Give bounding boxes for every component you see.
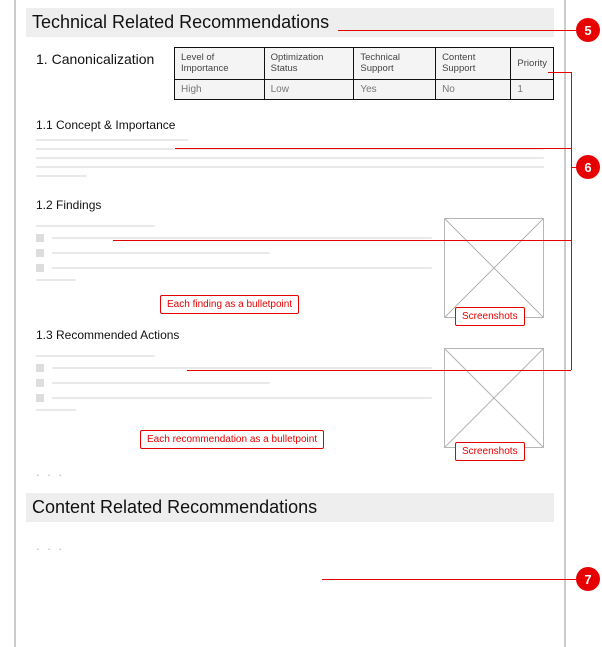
placeholder-line — [36, 175, 87, 177]
td-tech: Yes — [354, 79, 436, 99]
th-priority: Priority — [511, 48, 554, 80]
annotation-connector — [338, 30, 576, 31]
info-table: Level of Importance Optimization Status … — [174, 47, 554, 100]
placeholder-line — [36, 225, 155, 227]
placeholder-line — [52, 237, 432, 239]
placeholder-line — [36, 355, 155, 357]
td-status: Low — [264, 79, 354, 99]
annotation-connector — [175, 148, 571, 149]
bullet-icon — [36, 249, 44, 257]
bullet-icon — [36, 394, 44, 402]
annotation-connector — [322, 579, 576, 580]
bullet-icon — [36, 234, 44, 242]
annotation-connector — [113, 240, 571, 241]
td-importance: High — [175, 79, 265, 99]
subheading-findings: 1.2 Findings — [26, 198, 554, 212]
th-content: Content Support — [436, 48, 511, 80]
section-technical-header: Technical Related Recommendations — [26, 8, 554, 37]
section-content-title: Content Related Recommendations — [32, 497, 317, 517]
annotation-screenshot-label-2: Screenshots — [455, 442, 525, 461]
annotation-5-badge: 5 — [576, 18, 600, 42]
placeholder-line — [52, 382, 270, 384]
item-name: Canonicalization — [52, 51, 155, 67]
bullet-item — [36, 379, 432, 387]
placeholder-line — [36, 139, 188, 141]
screenshot-placeholder — [444, 218, 544, 318]
section-technical-title: Technical Related Recommendations — [32, 12, 329, 32]
placeholder-line — [52, 397, 432, 399]
annotation-6-badge: 6 — [576, 155, 600, 179]
annotation-7-badge: 7 — [576, 567, 600, 591]
placeholder-line — [36, 409, 76, 411]
td-priority: 1 — [511, 79, 554, 99]
section-content-header: Content Related Recommendations — [26, 493, 554, 522]
ellipsis: . . . — [26, 532, 554, 567]
screenshot-placeholder — [444, 348, 544, 448]
annotation-connector — [571, 72, 572, 370]
bullet-icon — [36, 364, 44, 372]
subheading-concept: 1.1 Concept & Importance — [26, 118, 554, 132]
th-importance: Level of Importance — [175, 48, 265, 80]
annotation-connector — [187, 370, 571, 371]
annotation-actions-label: Each recommendation as a bulletpoint — [140, 430, 324, 449]
placeholder-line — [52, 367, 432, 369]
item-header-row: 1. Canonicalization Level of Importance … — [26, 47, 554, 100]
bullet-item — [36, 249, 432, 257]
item-number: 1. — [36, 51, 48, 67]
placeholder-line — [52, 267, 432, 269]
annotation-findings-label: Each finding as a bulletpoint — [160, 295, 299, 314]
annotation-screenshot-label-1: Screenshots — [455, 307, 525, 326]
th-tech: Technical Support — [354, 48, 436, 80]
table-header-row: Level of Importance Optimization Status … — [175, 48, 554, 80]
placeholder-line — [36, 166, 544, 168]
placeholder-line — [52, 252, 270, 254]
placeholder-line — [36, 279, 76, 281]
td-content: No — [436, 79, 511, 99]
item-title: 1. Canonicalization — [26, 47, 166, 67]
ellipsis: . . . — [26, 458, 554, 493]
bullet-icon — [36, 379, 44, 387]
table-row: High Low Yes No 1 — [175, 79, 554, 99]
bullet-item — [36, 264, 432, 272]
placeholder-line — [36, 157, 544, 159]
subheading-actions: 1.3 Recommended Actions — [26, 328, 554, 342]
bullet-item — [36, 394, 432, 402]
th-status: Optimization Status — [264, 48, 354, 80]
bullet-icon — [36, 264, 44, 272]
annotation-connector — [548, 72, 571, 73]
